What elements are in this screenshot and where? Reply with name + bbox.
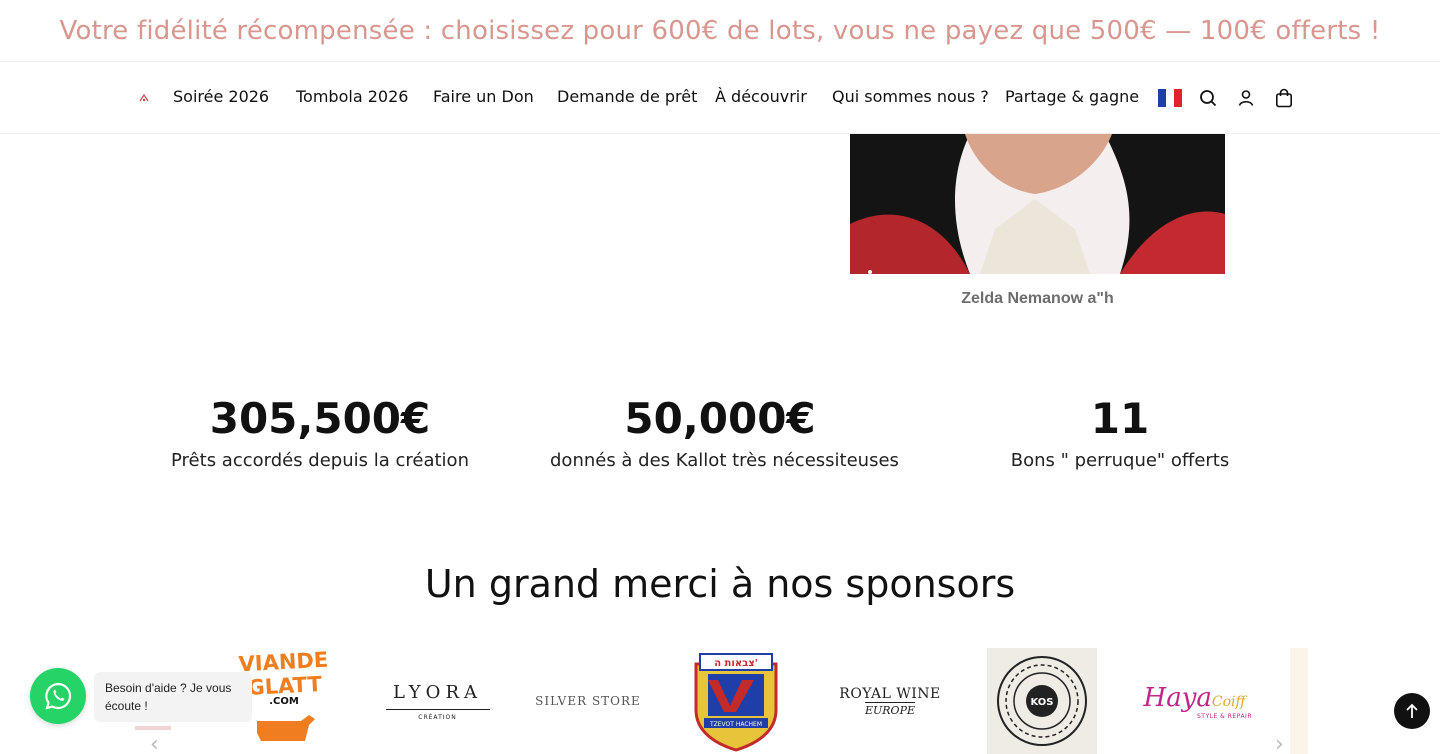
back-to-top-button[interactable] [1394, 693, 1430, 729]
logo-lyora-name: LYORA [393, 681, 482, 703]
nav-icon-group [1158, 85, 1296, 111]
portrait-caption: Zelda Nemanow a"h [961, 290, 1114, 307]
portrait-photo [850, 134, 1225, 274]
cart-icon[interactable] [1272, 86, 1296, 110]
cow-icon [257, 715, 315, 741]
logo-tzevot-hebrew: צבאות ה' [714, 658, 758, 669]
sponsor-logo-partial-right[interactable] [1290, 648, 1308, 754]
account-icon[interactable] [1234, 86, 1258, 110]
logo-kos-name: KOS [1030, 697, 1053, 708]
nav-item-don[interactable]: Faire un Don [433, 86, 534, 108]
nav-item-partage[interactable]: Partage & gagne [1005, 86, 1139, 108]
arrow-up-icon [1406, 703, 1418, 718]
stat-label: donnés à des Kallot très nécessiteuses [550, 450, 899, 471]
site-logo-icon[interactable] [138, 92, 150, 104]
logo-silver-store-name: SILVER STORE [535, 694, 641, 708]
stat-value: 305,500€ [209, 394, 431, 443]
logo-haya-sub: STYLE & REPAIR [1196, 712, 1252, 720]
stat-label: Bons " perruque" offerts [1010, 450, 1230, 471]
nav-item-qui-sommes-nous[interactable]: Qui sommes nous ? [832, 86, 989, 108]
announcement-text: Votre fidélité récompensée : choisissez … [59, 15, 1381, 46]
logo-haya-suffix: Coiff [1211, 693, 1246, 710]
carousel-next-icon[interactable]: › [1275, 732, 1284, 754]
logo-lyora-rule [385, 708, 490, 710]
flag-france-icon[interactable] [1158, 86, 1182, 110]
whatsapp-button[interactable] [30, 668, 86, 724]
carousel-prev-icon[interactable]: ‹ [150, 732, 159, 754]
sponsor-logo-haya-coiff[interactable]: HayaCoiff STYLE & REPAIR [1132, 648, 1257, 754]
stat-value: 50,000€ [624, 394, 816, 443]
stat-value: 11 [1090, 394, 1150, 443]
search-icon[interactable] [1196, 86, 1220, 110]
sponsor-logo-kos[interactable]: KOS [987, 648, 1097, 754]
stat-wig-vouchers: 11 Bons " perruque" offerts [950, 392, 1290, 471]
nav-item-demande-pret[interactable]: Demande de prêt [557, 86, 697, 108]
logo-haya-name: Haya [1143, 682, 1212, 713]
stat-label: Prêts accordés depuis la création [171, 450, 469, 471]
logo-haya-row: HayaCoiff [1144, 683, 1246, 713]
sponsor-logo-lyora[interactable]: LYORA CRÉATION [380, 648, 495, 754]
whatsapp-icon [45, 682, 72, 710]
logo-royal-wine-sub: EUROPE [864, 701, 916, 717]
logo-tzevot-sub: TZEVOT HACHEM [708, 721, 761, 728]
sponsor-logo-royal-wine[interactable]: ROYAL WINE EUROPE [835, 648, 945, 754]
announcement-bar: Votre fidélité récompensée : choisissez … [0, 0, 1440, 62]
nav-item-soiree[interactable]: Soirée 2026 [173, 86, 269, 108]
nav-item-tombola[interactable]: Tombola 2026 [296, 86, 408, 108]
nav-item-decouvrir[interactable]: À découvrir [715, 86, 807, 108]
sponsors-heading: Un grand merci à nos sponsors [424, 562, 1016, 606]
logo-royal-wine-name: ROYAL WINE [839, 685, 941, 702]
stat-donations: 50,000€ donnés à des Kallot très nécessi… [550, 392, 899, 471]
stat-loans: 305,500€ Prêts accordés depuis la créati… [150, 392, 490, 471]
sponsor-logo-silver-store[interactable]: SILVER STORE [532, 648, 644, 754]
whatsapp-help-bubble: Besoin d'aide ? Je vous écoute ! [94, 672, 252, 722]
logo-lyora-sub: CRÉATION [418, 713, 457, 721]
sponsor-logo-tzevot-hachem[interactable]: צבאות ה' TZEVOT HACHEM [688, 648, 783, 754]
main-nav: Soirée 2026 Tombola 2026 Faire un Don De… [0, 62, 1440, 134]
